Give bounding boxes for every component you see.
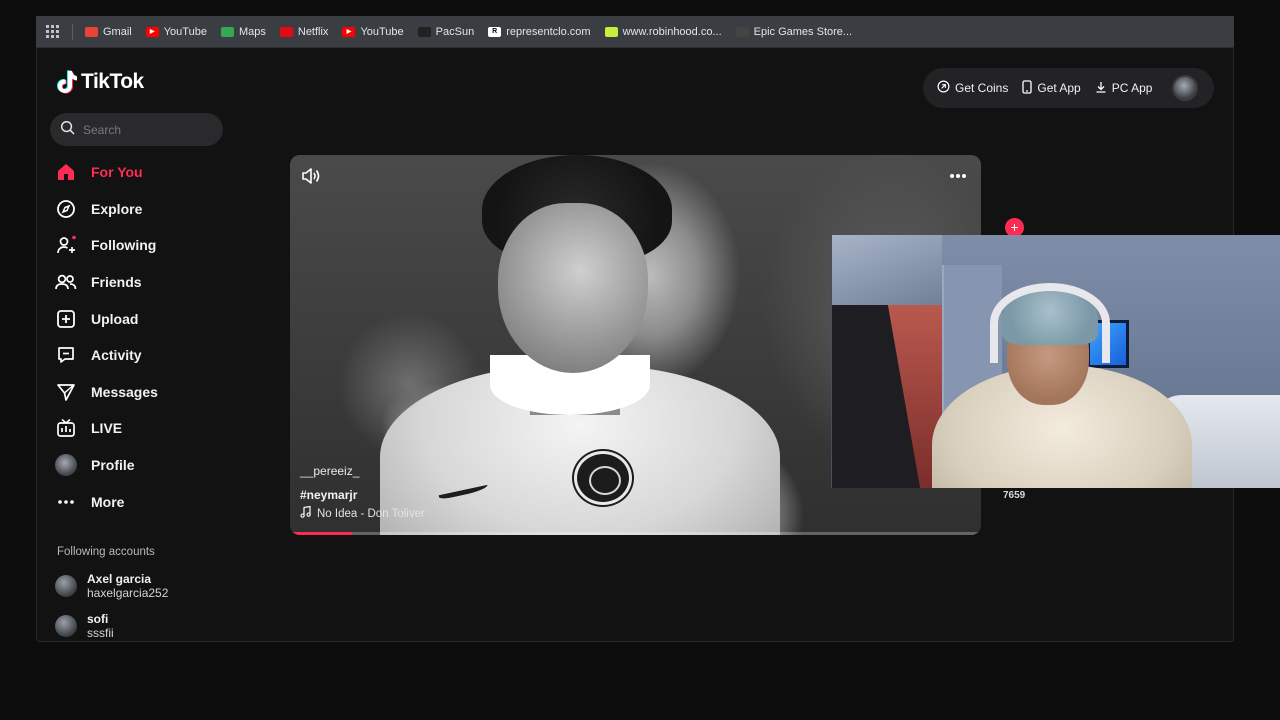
represent-icon: R: [488, 26, 502, 37]
bookmark-label: Netflix: [297, 25, 329, 38]
messages-icon: [55, 381, 77, 403]
tiktok-logo-text: TikTok: [81, 70, 144, 93]
home-icon: [55, 161, 77, 183]
sidebar-item-messages[interactable]: Messages: [55, 374, 245, 411]
pacsun-icon: [417, 26, 431, 37]
volume-icon[interactable]: [300, 165, 322, 187]
bookmark-pacsun[interactable]: PacSun: [417, 25, 475, 38]
search-icon: [60, 120, 75, 140]
maps-icon: [220, 26, 234, 37]
video-username[interactable]: __pereeiz_: [300, 464, 359, 478]
bookmark-youtube[interactable]: ▶ YouTube: [145, 25, 207, 38]
sidebar-item-label: Explore: [91, 200, 143, 217]
bookmark-maps[interactable]: Maps: [220, 25, 266, 38]
bookmark-label: YouTube: [360, 25, 404, 38]
apps-grid-icon[interactable]: [46, 24, 60, 39]
sidebar-nav: For You Explore Following Friends Upload Acti…: [55, 154, 245, 520]
sidebar-item-label: LIVE: [91, 420, 123, 437]
account-avatar: [55, 615, 77, 637]
bookmark-label: Epic Games Store...: [753, 25, 853, 38]
following-account[interactable]: sofi sssfii: [55, 612, 114, 640]
pc-app-label: PC App: [1111, 81, 1153, 95]
account-handle: sssfii: [87, 626, 114, 640]
tiktok-logo-icon: [57, 70, 78, 94]
sidebar-item-profile[interactable]: Profile: [55, 447, 245, 484]
account-avatar: [55, 575, 77, 597]
compass-icon: [55, 198, 77, 220]
music-note-icon: [300, 505, 311, 521]
following-icon: [55, 234, 77, 256]
sidebar-item-label: Friends: [91, 274, 142, 291]
bookmark-label: Gmail: [103, 25, 132, 38]
sidebar-item-following[interactable]: Following: [55, 227, 245, 264]
tiktok-logo[interactable]: TikTok: [57, 70, 144, 94]
live-icon: [55, 417, 77, 439]
sidebar-item-activity[interactable]: Activity: [55, 337, 245, 374]
video-progress-bar[interactable]: [290, 532, 981, 535]
sidebar-item-label: Following: [91, 237, 157, 254]
bookmark-representclo-com[interactable]: Rrepresentclo.com: [488, 25, 591, 38]
bookmark-netflix[interactable]: Netflix: [279, 25, 329, 38]
sidebar-item-friends[interactable]: Friends: [55, 264, 245, 301]
sidebar-item-explore[interactable]: Explore: [55, 191, 245, 228]
bookmark-youtube[interactable]: ▶ YouTube: [342, 25, 404, 38]
webcam-overlay: [831, 235, 1280, 488]
account-name: Axel garcia: [87, 572, 152, 586]
sidebar-item-more[interactable]: More: [55, 483, 245, 520]
bookmark-gmail[interactable]: Gmail: [85, 26, 132, 38]
get-coins-button[interactable]: Get Coins: [937, 80, 1008, 96]
youtube-icon: ▶: [145, 26, 159, 37]
more-dots-icon: [55, 491, 77, 513]
epic-games-icon: [735, 26, 749, 37]
bookmarks-bar: Gmail ▶ YouTube Maps Netflix ▶ YouTube PacSun Rr…: [36, 16, 1234, 48]
sidebar-item-label: More: [91, 493, 125, 510]
bookmark-label: PacSun: [435, 25, 475, 38]
header-actions: Get Coins Get App PC App: [923, 68, 1214, 108]
account-handle: haxelgarcia252: [87, 586, 169, 600]
search-box[interactable]: [50, 113, 223, 146]
sidebar-item-live[interactable]: LIVE: [55, 410, 245, 447]
upload-icon: [55, 308, 77, 330]
pc-app-button[interactable]: PC App: [1095, 81, 1153, 96]
video-progress-fill: [290, 532, 353, 535]
bookmarks-separator: [72, 23, 73, 40]
phone-icon: [1022, 79, 1033, 97]
sidebar-item-for-you[interactable]: For You: [55, 154, 245, 191]
user-avatar[interactable]: [1172, 75, 1199, 101]
get-app-label: Get App: [1037, 81, 1081, 95]
action-count: 7659: [1003, 490, 1026, 501]
more-options-icon[interactable]: [947, 165, 969, 187]
get-coins-label: Get Coins: [955, 81, 1009, 95]
download-icon: [1095, 81, 1107, 96]
bookmark-label: www.robinhood.co...: [622, 25, 722, 38]
bookmark-label: representclo.com: [506, 25, 591, 38]
get-app-button[interactable]: Get App: [1022, 79, 1081, 97]
netflix-icon: [279, 26, 293, 37]
following-account[interactable]: Axel garcia haxelgarcia252: [55, 572, 168, 600]
account-name: sofi: [87, 612, 109, 626]
music-title: No Idea - Don Toliver: [317, 507, 425, 520]
screen: Gmail ▶ YouTube Maps Netflix ▶ YouTube PacSun Rr…: [0, 0, 1280, 720]
bookmark-label: YouTube: [163, 25, 207, 38]
gmail-icon: [85, 26, 98, 37]
youtube-icon: ▶: [342, 26, 356, 37]
sidebar-item-label: Upload: [91, 310, 139, 327]
sidebar-item-label: Messages: [91, 383, 158, 400]
profile-avatar: [55, 454, 77, 477]
friends-icon: [55, 271, 77, 293]
sidebar-item-label: For You: [91, 164, 143, 181]
sidebar-item-label: Profile: [91, 457, 135, 474]
search-input[interactable]: [83, 122, 203, 137]
sidebar-item-label: Activity: [91, 347, 142, 364]
bookmark-epic-games-store[interactable]: Epic Games Store...: [735, 25, 853, 38]
video-hashtag[interactable]: #neymarjr: [300, 488, 357, 502]
bookmark-label: Maps: [238, 25, 266, 38]
video-music[interactable]: No Idea - Don Toliver: [300, 505, 425, 521]
activity-icon: [55, 344, 77, 366]
robinhood-icon: [604, 26, 618, 37]
coin-icon: [937, 80, 950, 96]
bookmark-www-robinhood-co[interactable]: www.robinhood.co...: [604, 25, 722, 38]
sidebar-item-upload[interactable]: Upload: [55, 300, 245, 337]
following-accounts-title: Following accounts: [57, 546, 155, 558]
